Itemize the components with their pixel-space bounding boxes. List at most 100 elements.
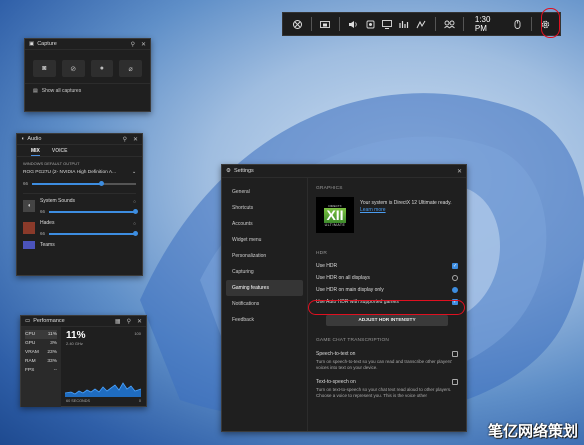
learn-more-link[interactable]: Learn more	[360, 207, 458, 214]
divider	[311, 17, 312, 31]
pin-icon[interactable]: ⚲	[127, 318, 131, 325]
nav-item-general[interactable]: General	[226, 184, 303, 200]
app-volume-value: 66	[40, 209, 46, 214]
hdr-radio[interactable]	[452, 287, 458, 293]
widget-icon[interactable]	[317, 15, 334, 33]
stat-value: 11%	[47, 332, 57, 337]
audio-title-bar: ◖ Audio ⚲ ✕	[17, 134, 142, 145]
stat-row[interactable]: CPU 11%	[25, 330, 57, 339]
stat-label: CPU	[25, 332, 36, 337]
voice-desc: Choose a voice to represent you. This is…	[316, 393, 427, 398]
close-icon[interactable]: ✕	[457, 168, 462, 175]
stat-label: VRAM	[25, 350, 39, 355]
app-volume-slider[interactable]	[49, 208, 138, 214]
performance-widget: ▭ Performance ▦ ⚲ ✕ CPU 11% GPU 3% VRAM 23% RA…	[20, 315, 147, 407]
app-row-system-sounds: ◖ System Sounds ○ 66	[23, 198, 138, 214]
mouse-icon[interactable]	[509, 15, 526, 33]
settings-nav: General Shortcuts Accounts Widget menu Perso…	[222, 178, 308, 431]
record-button[interactable]: ●	[90, 60, 114, 77]
stats-list: CPU 11% GPU 3% VRAM 23% RAM 33% FPS --	[21, 327, 61, 407]
hdr-option: Use HDR ✓	[316, 260, 458, 272]
pin-icon[interactable]: ⚲	[131, 41, 135, 48]
teams-icon	[23, 241, 35, 249]
show-all-label: Show all captures	[41, 87, 82, 94]
gear-icon: ⚙	[226, 168, 231, 174]
mute-icon[interactable]: ○	[133, 221, 136, 226]
capture-icon[interactable]	[362, 15, 379, 33]
watermark: 笔亿网络策划	[487, 423, 578, 440]
record-last-button[interactable]: ⊘	[61, 60, 85, 77]
text-to-speech-checkbox[interactable]	[452, 379, 458, 385]
audio-title: Audio	[27, 136, 42, 142]
xbox-icon[interactable]	[289, 15, 306, 33]
capture-title: Capture	[37, 41, 57, 47]
settings-icon[interactable]: ▦	[115, 318, 121, 325]
app-row-teams: Teams	[23, 241, 136, 249]
nav-item-personalization[interactable]: Personalization	[226, 248, 303, 264]
graph-max: 100	[134, 331, 141, 336]
stat-row[interactable]: VRAM 23%	[25, 348, 57, 357]
hdr-header: HDR	[316, 251, 327, 256]
screenshot-button[interactable]: ◙	[33, 60, 56, 77]
mic-off-icon: ⌀	[128, 65, 133, 73]
app-volume-slider[interactable]	[49, 230, 138, 236]
directx-text: Your system is DirectX 12 Ultimate ready…	[360, 200, 452, 206]
stat-value: 23%	[47, 350, 57, 355]
hdr-option-label: Use HDR	[316, 263, 338, 269]
show-all-captures[interactable]: ▤ Show all captures	[25, 83, 150, 97]
clock: 1:30 PM	[474, 15, 491, 33]
nav-item-shortcuts[interactable]: Shortcuts	[226, 200, 303, 216]
capture-widget: ▣ Capture ⚲ ✕ ◙ ⊘ ● ⌀ ▤ Show all capture…	[24, 38, 151, 112]
tab-mix[interactable]: MIX	[31, 148, 40, 156]
performance-icon: ▭	[25, 318, 31, 324]
nav-item-feedback[interactable]: Feedback	[226, 312, 303, 328]
hdr-option-label: Use HDR on main display only	[316, 287, 384, 293]
stat-row[interactable]: RAM 33%	[25, 357, 57, 366]
nav-item-accounts[interactable]: Accounts	[226, 216, 303, 232]
pin-icon[interactable]: ⚲	[123, 136, 127, 143]
mute-icon[interactable]: ○	[133, 199, 136, 204]
stat-value: 3%	[50, 341, 57, 346]
speech-to-text-desc: Turn on speech-to-text so you can read a…	[316, 359, 453, 370]
close-icon[interactable]: ✕	[141, 41, 146, 48]
stat-value: --	[53, 368, 57, 373]
divider	[531, 17, 532, 31]
hdr-checkbox[interactable]: ✓	[452, 263, 458, 269]
settings-window: ⚙ Settings ✕ General Shortcuts Accounts Wid…	[221, 164, 467, 432]
cpu-graph-area: 11% 2.40 GHz 100 60 SECONDS 0	[61, 327, 146, 407]
gear-highlight-circle	[541, 8, 560, 38]
resources-icon[interactable]	[396, 15, 413, 33]
app-name: System Sounds	[40, 198, 76, 204]
tab-voice[interactable]: VOICE	[52, 148, 68, 156]
stat-row[interactable]: FPS --	[25, 366, 57, 375]
achievements-icon[interactable]	[413, 15, 430, 33]
audio-icon[interactable]	[345, 15, 362, 33]
stat-row[interactable]: GPU 3%	[25, 339, 57, 348]
nav-item-notifications[interactable]: Notifications	[226, 296, 303, 312]
mic-button[interactable]: ⌀	[119, 60, 142, 77]
speech-to-text-checkbox[interactable]	[452, 351, 458, 357]
divider	[434, 17, 436, 31]
nav-item-gaming-features[interactable]: Gaming features	[226, 280, 303, 296]
divider	[338, 17, 340, 31]
graph-min: 0	[138, 399, 141, 403]
close-icon[interactable]: ✕	[133, 136, 138, 143]
camera-icon: ◙	[42, 65, 47, 72]
gallery-icon: ▤	[33, 87, 38, 94]
stat-label: RAM	[25, 359, 36, 364]
nav-item-capturing[interactable]: Capturing	[226, 264, 303, 280]
adjust-hdr-intensity-button[interactable]: ADJUST HDR INTENSITY	[326, 315, 448, 326]
hdr-option: Use HDR on main display only	[316, 284, 458, 296]
master-volume-slider[interactable]	[32, 180, 136, 186]
speaker-icon: ◖	[21, 136, 25, 142]
party-icon[interactable]	[441, 15, 458, 33]
default-output-label: WINDOWS DEFAULT OUTPUT	[23, 161, 80, 166]
performance-icon[interactable]	[379, 15, 396, 33]
hdr-radio[interactable]	[452, 275, 458, 281]
output-device-select[interactable]: ROG PG27U (2- NVIDIA High Definition A..…	[23, 170, 136, 175]
game-chat-header: GAME CHAT TRANSCRIPTION	[316, 338, 390, 343]
nav-item-widget-menu[interactable]: Widget menu	[226, 232, 303, 248]
master-volume-row: 66	[23, 180, 136, 186]
cpu-usage-big: 11%	[66, 330, 86, 341]
close-icon[interactable]: ✕	[137, 318, 142, 325]
